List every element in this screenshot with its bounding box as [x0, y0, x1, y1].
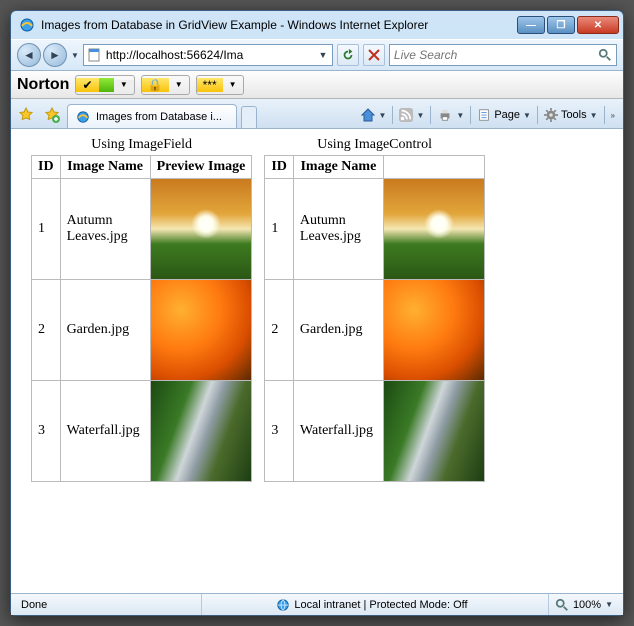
thumbnail-waterfall — [384, 381, 484, 481]
add-favorite-button[interactable] — [41, 104, 63, 126]
gridview-imagecontrol: Using ImageControl ID Image Name 1 Autum… — [264, 137, 485, 482]
table-row: 2 Garden.jpg — [265, 280, 485, 381]
norton-options-button[interactable]: ***▼ — [196, 75, 244, 95]
tab-toolbar: Images from Database i... ▼ ▼ ▼ Page▼ — [11, 99, 623, 129]
forward-button[interactable]: ► — [43, 43, 67, 67]
status-zone: Local intranet | Protected Mode: Off — [294, 599, 467, 611]
thumbnail-autumn — [151, 179, 251, 279]
feeds-button[interactable]: ▼ — [395, 104, 428, 126]
thumbnail-autumn — [384, 179, 484, 279]
search-input[interactable] — [394, 48, 598, 62]
thumbnail-garden — [384, 280, 484, 380]
active-tab[interactable]: Images from Database i... — [67, 104, 237, 128]
norton-status-button[interactable]: ✔ ▼ — [75, 75, 134, 95]
search-icon[interactable] — [598, 48, 612, 62]
globe-icon — [276, 598, 290, 612]
toolbar-overflow[interactable]: » — [607, 111, 619, 120]
maximize-button[interactable]: ❐ — [547, 16, 575, 34]
favorites-button[interactable] — [15, 104, 37, 126]
ie-icon — [19, 17, 35, 33]
url-input[interactable] — [102, 48, 316, 62]
grid2-title: Using ImageControl — [264, 137, 485, 155]
page-icon — [86, 47, 102, 63]
grid1-title: Using ImageField — [31, 137, 252, 155]
grid2-header-id: ID — [265, 156, 294, 179]
address-dropdown[interactable]: ▼ — [316, 50, 330, 60]
refresh-button[interactable] — [337, 44, 359, 66]
page-content: Using ImageField ID Image Name Preview I… — [11, 129, 623, 593]
tab-label: Images from Database i... — [96, 111, 222, 123]
table-row: 3 Waterfall.jpg — [265, 381, 485, 482]
norton-vault-button[interactable]: 🔒▼ — [141, 75, 190, 95]
minimize-button[interactable]: — — [517, 16, 545, 34]
ie-window: Images from Database in GridView Example… — [10, 10, 624, 616]
grid1-header-name: Image Name — [60, 156, 150, 179]
table-row: 1 Autumn Leaves.jpg — [32, 179, 252, 280]
grid1-header-id: ID — [32, 156, 61, 179]
gridview-imagefield: Using ImageField ID Image Name Preview I… — [31, 137, 252, 482]
status-bar: Done Local intranet | Protected Mode: Of… — [11, 593, 623, 615]
print-button[interactable]: ▼ — [433, 104, 468, 126]
nav-history-dropdown[interactable]: ▼ — [71, 51, 79, 60]
grid2-header-name: Image Name — [293, 156, 383, 179]
thumbnail-garden — [151, 280, 251, 380]
zoom-icon — [555, 598, 569, 612]
norton-toolbar: Norton ✔ ▼ 🔒▼ ***▼ — [11, 71, 623, 99]
grid2-header-preview — [383, 156, 484, 179]
titlebar[interactable]: Images from Database in GridView Example… — [11, 11, 623, 39]
nav-toolbar: ◄ ► ▼ ▼ — [11, 39, 623, 71]
ie-icon — [76, 110, 90, 124]
search-box[interactable] — [389, 44, 617, 66]
table-row: 2 Garden.jpg — [32, 280, 252, 381]
new-tab-button[interactable] — [241, 106, 257, 128]
back-button[interactable]: ◄ — [17, 43, 41, 67]
window-title: Images from Database in GridView Example… — [41, 18, 517, 32]
thumbnail-waterfall — [151, 381, 251, 481]
home-button[interactable]: ▼ — [356, 104, 391, 126]
page-menu[interactable]: Page▼ — [473, 104, 535, 126]
close-button[interactable]: ✕ — [577, 16, 619, 34]
tools-menu[interactable]: Tools▼ — [540, 104, 602, 126]
grid1-header-preview: Preview Image — [150, 156, 252, 179]
table-row: 1 Autumn Leaves.jpg — [265, 179, 485, 280]
table-row: 3 Waterfall.jpg — [32, 381, 252, 482]
status-done: Done — [15, 594, 195, 615]
norton-logo: Norton — [17, 76, 69, 94]
stop-button[interactable] — [363, 44, 385, 66]
address-bar[interactable]: ▼ — [83, 44, 333, 66]
zoom-control[interactable]: 100% ▼ — [548, 594, 619, 615]
